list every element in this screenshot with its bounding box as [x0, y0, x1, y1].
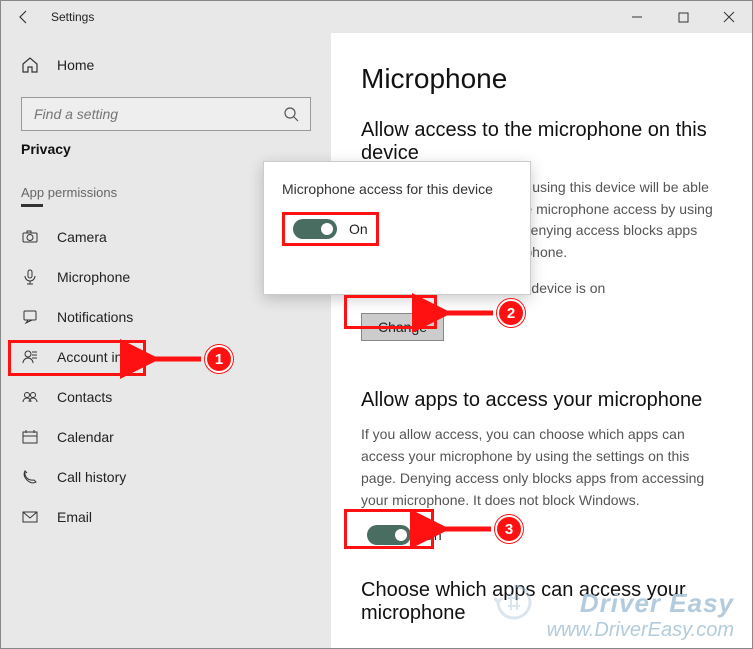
apps-access-toggle[interactable]: On [367, 525, 722, 545]
call-history-icon [21, 468, 39, 486]
window-title: Settings [51, 10, 94, 24]
annotation-badge-1: 1 [205, 345, 233, 373]
annotation-badge-3: 3 [495, 515, 523, 543]
annotation-arrow-1 [149, 349, 205, 374]
page-title: Microphone [361, 63, 722, 95]
section1-title: Allow access to the microphone on this d… [361, 119, 722, 165]
annotation-arrow-2 [441, 303, 497, 328]
toggle-label: On [349, 221, 368, 237]
sidebar-item-calendar[interactable]: Calendar [1, 417, 331, 457]
sidebar-divider [21, 204, 43, 207]
sidebar-category: Privacy [21, 141, 331, 157]
sidebar-item-call-history[interactable]: Call history [1, 457, 331, 497]
toggle-track [293, 219, 337, 239]
sidebar: Home Privacy App permissions Camera Micr… [1, 33, 331, 648]
search-field[interactable] [32, 105, 282, 123]
sidebar-home[interactable]: Home [1, 45, 331, 85]
sidebar-item-label: Microphone [57, 269, 130, 285]
sidebar-item-label: Camera [57, 229, 107, 245]
annotation-arrow-3 [439, 519, 495, 544]
change-button[interactable]: Change [361, 313, 444, 341]
sidebar-item-label: Email [57, 509, 92, 525]
email-icon [21, 508, 39, 526]
search-input[interactable] [21, 97, 311, 131]
home-icon [21, 56, 39, 74]
sidebar-home-label: Home [57, 57, 94, 73]
section2-title: Allow apps to access your microphone [361, 389, 722, 412]
sidebar-item-label: Contacts [57, 389, 112, 405]
titlebar: Settings [1, 1, 752, 33]
maximize-button[interactable] [660, 1, 706, 33]
sidebar-item-contacts[interactable]: Contacts [1, 377, 331, 417]
sidebar-item-label: Notifications [57, 309, 133, 325]
sidebar-item-label: Call history [57, 469, 126, 485]
sidebar-item-label: Account info [57, 349, 134, 365]
sidebar-item-notifications[interactable]: Notifications [1, 297, 331, 337]
close-button[interactable] [706, 1, 752, 33]
contacts-icon [21, 388, 39, 406]
search-icon [282, 105, 300, 123]
change-popup: Microphone access for this device On [263, 161, 531, 295]
sidebar-item-email[interactable]: Email [1, 497, 331, 537]
popup-label: Microphone access for this device [282, 180, 512, 198]
section2-body: If you allow access, you can choose whic… [361, 424, 722, 511]
microphone-icon [21, 268, 39, 286]
account-info-icon [21, 348, 39, 366]
sidebar-item-label: Calendar [57, 429, 114, 445]
toggle-track [367, 525, 411, 545]
calendar-icon [21, 428, 39, 446]
device-access-toggle[interactable]: On [293, 219, 368, 239]
content: Microphone Allow access to the microphon… [331, 33, 752, 648]
notifications-icon [21, 308, 39, 326]
annotation-badge-2: 2 [497, 299, 525, 327]
back-button[interactable] [1, 1, 47, 33]
minimize-button[interactable] [614, 1, 660, 33]
camera-icon [21, 228, 39, 246]
section3-title: Choose which apps can access your microp… [361, 579, 722, 625]
